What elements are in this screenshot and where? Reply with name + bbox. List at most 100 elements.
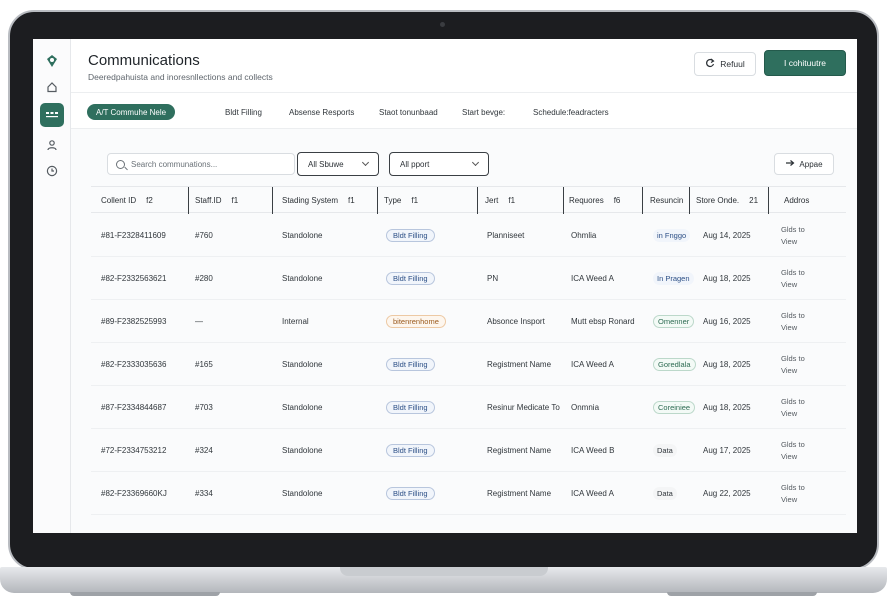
table-row[interactable]: Glds to [91, 515, 846, 534]
cell-staff-id: #165 [195, 343, 213, 386]
status-badge: Omenner [653, 315, 695, 328]
page-header: Communications Deeredpahuista and inores… [71, 39, 857, 93]
refresh-button[interactable]: Refuul [694, 52, 756, 76]
column-divider[interactable] [768, 187, 770, 214]
contacts-icon[interactable] [40, 133, 64, 157]
leaf-logo-icon[interactable] [40, 49, 64, 73]
refresh-icon [705, 58, 715, 70]
column-header-collent-id[interactable]: Collent ID f2 [101, 187, 153, 214]
table-row[interactable]: #82-F2333035636 #165 Standolone Bldt Fillin… [91, 343, 846, 386]
view-link[interactable]: Glds to View [781, 267, 815, 291]
cell-addros[interactable]: Glds to View [781, 343, 815, 386]
view-link[interactable]: Glds to View [781, 353, 815, 377]
cell-resuncin: in Fnggo [653, 214, 691, 257]
date-value: Aug 18, 2025 [703, 360, 751, 369]
cell-staff-id: — [195, 300, 203, 343]
page-title: Communications [88, 52, 200, 69]
chevron-down-icon [361, 158, 370, 167]
column-divider[interactable] [188, 187, 190, 214]
view-link[interactable]: Glds to View [781, 224, 815, 248]
cell-system: Standolone [282, 214, 322, 257]
status-badge: In Pragen [653, 272, 694, 285]
cell-staff-id: #324 [195, 429, 213, 472]
column-header-staff-id[interactable]: Staff.ID f1 [195, 187, 238, 214]
column-header-jert[interactable]: Jert f1 [485, 187, 515, 214]
search-box[interactable] [107, 153, 295, 175]
type-badge: Bldt Filling [386, 401, 435, 414]
column-divider[interactable] [563, 187, 565, 214]
collent-id-value: #82-F2332563621 [101, 274, 167, 283]
column-divider[interactable] [642, 187, 644, 214]
cell-type: Bldt Filling [386, 472, 435, 515]
column-header-system[interactable]: Stading System f1 [282, 187, 355, 214]
status-badge: in Fnggo [653, 229, 691, 242]
column-header-store-onde[interactable]: Store Onde. 21 [696, 187, 758, 214]
column-divider[interactable] [377, 187, 379, 214]
table-row[interactable]: #87-F2334844687 #703 Standolone Bldt Fillin… [91, 386, 846, 429]
cell-addros[interactable]: Glds to View [781, 429, 815, 472]
cell-collent-id: #81-F2328411609 [101, 214, 166, 257]
column-header-addros[interactable]: Addros [784, 187, 809, 214]
primary-action-button[interactable]: I cohituutre [764, 50, 846, 76]
report-select[interactable]: All pport [389, 152, 489, 176]
column-header-resuncin[interactable]: Resuncin [650, 187, 683, 214]
table-row[interactable]: #89-F2382525993 — Internal bitenrenhome Abso… [91, 300, 846, 343]
tab-schedule[interactable]: Schedule:feadracters [533, 104, 609, 120]
view-link[interactable]: Glds to View [781, 482, 815, 506]
tab-absense-reports[interactable]: Absense Resports [289, 104, 354, 120]
cell-jert: Absonce Insport [487, 300, 545, 343]
staff-id-value: #165 [195, 360, 213, 369]
date-value: Aug 14, 2025 [703, 231, 751, 240]
page-subtitle: Deeredpahuista and inoresnllections and … [88, 72, 273, 82]
grid-icon[interactable] [40, 103, 64, 127]
cell-addros[interactable]: Glds to View [781, 300, 815, 343]
requores-value: ICA Weed A [571, 489, 614, 498]
column-divider[interactable] [689, 187, 691, 214]
view-link[interactable]: Glds to [781, 531, 815, 534]
cell-addros[interactable]: Glds to View [781, 386, 815, 429]
home-icon[interactable] [40, 75, 64, 99]
column-header-type[interactable]: Type f1 [384, 187, 418, 214]
tab-bar: A/T Commuhe Nele Bldt Filling Absense Re… [71, 93, 857, 129]
date-value: Aug 22, 2025 [703, 489, 751, 498]
tab-bldt-filling[interactable]: Bldt Filling [225, 104, 262, 120]
cell-staff-id: #280 [195, 257, 213, 300]
table-row[interactable]: #81-F2328411609 #760 Standolone Bldt Fillin… [91, 214, 846, 257]
cell-type: Bldt Filling [386, 343, 435, 386]
cell-jert: Planniseet [487, 214, 524, 257]
chevron-down-icon [471, 158, 480, 167]
collent-id-value: #82-F2333035636 [101, 360, 167, 369]
table-row[interactable]: #82-F2332563621 #280 Standolone Bldt Fillin… [91, 257, 846, 300]
type-badge: Bldt Filling [386, 487, 435, 500]
tab-staot[interactable]: Staot tonunbaad [379, 104, 438, 120]
search-input[interactable] [131, 159, 281, 169]
column-header-requores[interactable]: Requores f6 [569, 187, 620, 214]
cell-staff-id: #703 [195, 386, 213, 429]
view-link[interactable]: Glds to View [781, 310, 815, 334]
cell-system: Standolone [282, 429, 322, 472]
column-divider[interactable] [477, 187, 479, 214]
column-divider[interactable] [272, 187, 274, 214]
view-link[interactable]: Glds to View [781, 396, 815, 420]
tab-start[interactable]: Start bevge: [462, 104, 505, 120]
cell-addros[interactable]: Glds to View [781, 214, 815, 257]
source-select[interactable]: All Sbuwe [297, 152, 379, 176]
table-row[interactable]: #72-F2334753212 #324 Standolone Bldt Fillin… [91, 429, 846, 472]
cell-addros[interactable]: Glds to [781, 515, 815, 534]
table-row[interactable]: #82-F23369660KJ #334 Standolone Bldt Fillin… [91, 472, 846, 515]
jert-value: PN [487, 274, 499, 283]
cell-addros[interactable]: Glds to View [781, 472, 815, 515]
cell-addros[interactable]: Glds to View [781, 257, 815, 300]
clock-icon[interactable] [40, 159, 64, 183]
view-link[interactable]: Glds to View [781, 439, 815, 463]
apply-button[interactable]: Appae [774, 153, 834, 175]
cell-resuncin: Goredlala [653, 343, 696, 386]
type-badge: bitenrenhome [386, 315, 446, 328]
cell-staff-id: #334 [195, 472, 213, 515]
type-badge: Bldt Filling [386, 272, 435, 285]
cell-store-onde: Aug 22, 2025 [703, 472, 751, 515]
staff-id-value: #703 [195, 403, 213, 412]
cell-collent-id: #82-F23369660KJ [101, 472, 167, 515]
cell-type: Bldt Filling [386, 257, 435, 300]
tab-all-communications[interactable]: A/T Commuhe Nele [87, 104, 176, 120]
